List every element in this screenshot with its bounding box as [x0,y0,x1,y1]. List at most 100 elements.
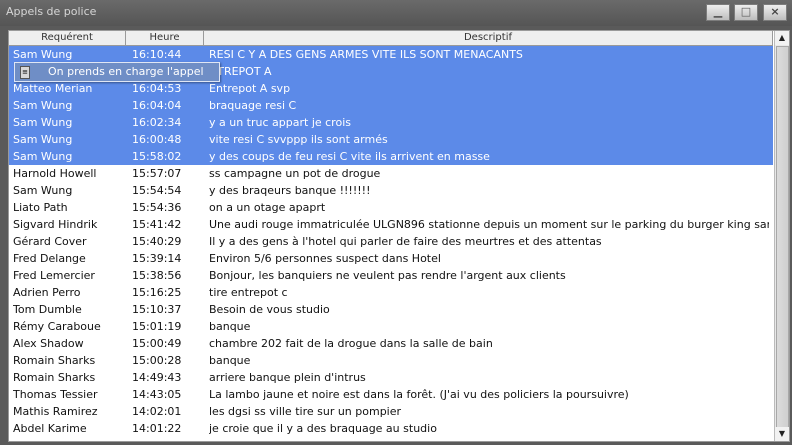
cell-requerent: Tom Dumble [13,303,82,316]
title-bar: Appels de police ▁ □ × [0,0,792,26]
cell-descriptif: chambre 202 fait de la drogue dans la sa… [209,337,493,350]
cell-heure: 14:49:43 [132,371,182,384]
cell-descriptif: braquage resi C [209,99,297,112]
cell-descriptif: Environ 5/6 personnes suspect dans Hotel [209,252,441,265]
cell-heure: 14:01:22 [132,422,182,435]
table-row[interactable]: Adrien Perro 15:16:25 tire entrepot c [9,284,773,301]
cell-requerent: Harnold Howell [13,167,97,180]
scroll-down-arrow-icon[interactable]: ▼ [775,427,789,441]
cell-heure: 15:57:07 [132,167,182,180]
table-row[interactable]: Alex Shadow 15:00:49 chambre 202 fait de l… [9,335,773,352]
cell-heure: 14:43:05 [132,388,182,401]
scrollbar-thumb[interactable] [776,46,789,428]
table-row[interactable]: Liato Path 15:54:36 on a un otage apaprt [9,199,773,216]
table-row[interactable]: Abdel Karime 14:01:22 je croie que il y a … [9,420,773,437]
table-header: Requérent Heure Descriptif [9,31,773,46]
cell-heure: 15:00:28 [132,354,182,367]
cell-requerent: Sam Wung [13,48,73,61]
table-row[interactable]: Sigvard Hindrik 15:41:42 Une audi rouge im… [9,216,773,233]
cell-requerent: Mathis Ramirez [13,405,98,418]
column-header-requerent[interactable]: Requérent [9,31,126,45]
cell-descriptif: Bonjour, les banquiers ne veulent pas re… [209,269,566,282]
cell-requerent: Abdel Karime [13,422,87,435]
cell-descriptif: ss campagne un pot de drogue [209,167,381,180]
cell-heure: 15:41:42 [132,218,182,231]
table-row[interactable]: Thomas Tessier 14:43:05 La lambo jaune et … [9,386,773,403]
window-title: Appels de police [6,5,97,18]
table-row[interactable]: Fred Delange 15:39:14 Environ 5/6 personne… [9,250,773,267]
cell-heure: 15:40:29 [132,235,182,248]
cell-requerent: Fred Lemercier [13,269,95,282]
cell-requerent: Adrien Perro [13,286,81,299]
cell-descriptif: NTREPOT A [209,65,272,78]
table-row[interactable]: Sam Wung 16:04:04 braquage resi C [9,97,773,114]
close-button[interactable]: × [763,4,787,21]
cell-heure: 15:54:36 [132,201,182,214]
cell-requerent: Liato Path [13,201,68,214]
cell-descriptif: Il y a des gens à l'hotel qui parler de … [209,235,602,248]
cell-requerent: Thomas Tessier [13,388,98,401]
cell-requerent: Alex Shadow [13,337,84,350]
cell-requerent: Matteo Merian [13,82,93,95]
cell-heure: 15:58:02 [132,150,182,163]
table-row[interactable]: Harnold Howell 15:57:07 ss campagne un pot… [9,165,773,182]
context-menu: ≡ On prends en charge l'appel [14,62,220,82]
cell-descriptif: y a un truc appart je crois [209,116,351,129]
cell-descriptif: banque [209,354,251,367]
minimize-button[interactable]: ▁ [706,4,730,21]
table-row[interactable]: Sam Wung 15:54:54 y des braqeurs banque !!… [9,182,773,199]
cell-heure: 15:54:54 [132,184,182,197]
table-body: Sam Wung 16:10:44 RESI C Y A DES GENS ARME… [9,46,773,437]
cell-descriptif: y des braqeurs banque !!!!!!! [209,184,371,197]
calls-table: Requérent Heure Descriptif Sam Wung 16:10… [8,30,790,442]
cell-requerent: Sam Wung [13,150,73,163]
cell-requerent: Romain Sharks [13,354,96,367]
cell-heure: 16:04:53 [132,82,182,95]
table-row[interactable]: Romain Sharks 15:00:28 banque [9,352,773,369]
table-row[interactable]: Sam Wung 16:10:44 RESI C Y A DES GENS ARME… [9,46,773,63]
maximize-button[interactable]: □ [734,4,758,21]
context-menu-take-call[interactable]: On prends en charge l'appel [48,65,204,78]
document-icon: ≡ [20,66,30,79]
cell-descriptif: je croie que il y a des braquage au stud… [209,422,437,435]
cell-descriptif: RESI C Y A DES GENS ARMES VITE ILS SONT … [209,48,523,61]
table-row[interactable]: Fred Lemercier 15:38:56 Bonjour, les banqu… [9,267,773,284]
cell-requerent: Fred Delange [13,252,86,265]
table-row[interactable]: Gérard Cover 15:40:29 Il y a des gens à l'… [9,233,773,250]
column-header-heure[interactable]: Heure [126,31,204,45]
cell-heure: 15:38:56 [132,269,182,282]
cell-heure: 16:00:48 [132,133,182,146]
scroll-up-arrow-icon[interactable]: ▲ [775,31,789,45]
cell-descriptif: tire entrepot c [209,286,288,299]
table-row[interactable]: Sam Wung 15:58:02 y des coups de feu resi … [9,148,773,165]
table-row[interactable]: Rémy Caraboue 15:01:19 banque [9,318,773,335]
cell-descriptif: Entrepot A svp [209,82,291,95]
cell-descriptif: Une audi rouge immatriculée ULGN896 stat… [209,218,769,231]
table-row[interactable]: Tom Dumble 15:10:37 Besoin de vous studio [9,301,773,318]
cell-descriptif: arriere banque plein d'intrus [209,371,366,384]
cell-heure: 14:02:01 [132,405,182,418]
vertical-scrollbar[interactable]: ▲ ▼ [774,31,789,441]
table-row[interactable]: Mathis Ramirez 14:02:01 les dgsi ss ville … [9,403,773,420]
table-row[interactable]: Sam Wung 16:00:48 vite resi C svvppp ils s… [9,131,773,148]
cell-descriptif: les dgsi ss ville tire sur un pompier [209,405,402,418]
cell-requerent: Sam Wung [13,116,73,129]
cell-requerent: Rémy Caraboue [13,320,101,333]
column-header-descriptif[interactable]: Descriptif [204,31,773,45]
cell-descriptif: y des coups de feu resi C vite ils arriv… [209,150,490,163]
cell-heure: 15:39:14 [132,252,182,265]
cell-requerent: Sam Wung [13,184,73,197]
cell-requerent: Romain Sharks [13,371,96,384]
cell-heure: 15:01:19 [132,320,182,333]
cell-requerent: Sam Wung [13,99,73,112]
cell-descriptif: La lambo jaune et noire est dans la forê… [209,388,629,401]
cell-heure: 16:10:44 [132,48,182,61]
cell-descriptif: on a un otage apaprt [209,201,326,214]
cell-requerent: Gérard Cover [13,235,87,248]
table-row[interactable]: Romain Sharks 14:49:43 arriere banque plei… [9,369,773,386]
cell-heure: 15:10:37 [132,303,182,316]
table-row[interactable]: Sam Wung 16:02:34 y a un truc appart je cr… [9,114,773,131]
cell-heure: 16:04:04 [132,99,182,112]
table-row[interactable]: Matteo Merian 16:04:53 Entrepot A svp [9,80,773,97]
cell-requerent: Sam Wung [13,133,73,146]
